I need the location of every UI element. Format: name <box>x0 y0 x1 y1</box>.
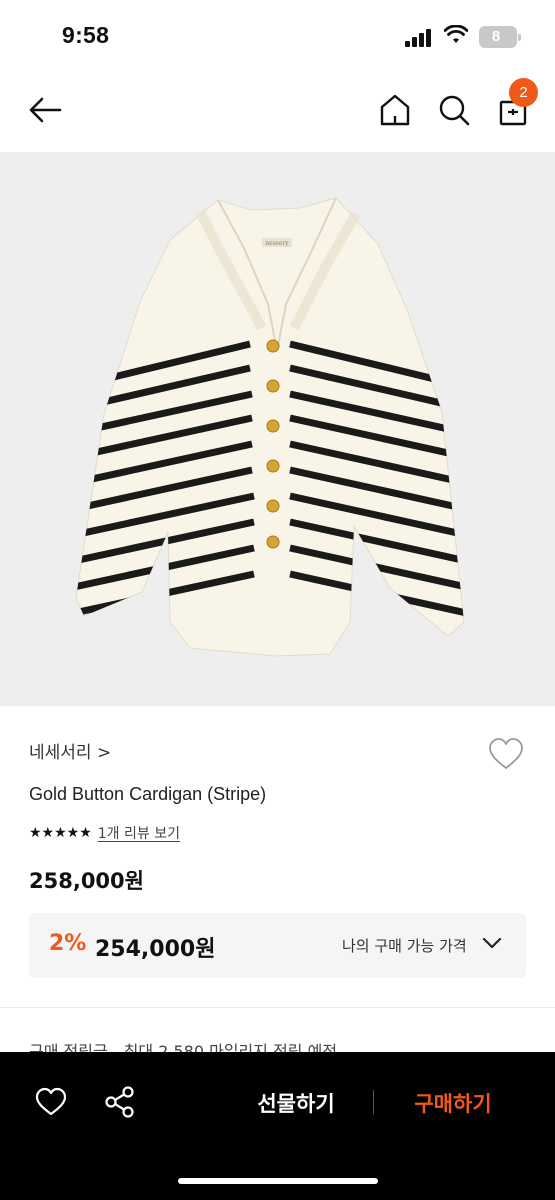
home-indicator <box>178 1178 378 1184</box>
cardigan-illustration: nessery <box>75 197 465 657</box>
button-separator <box>373 1090 374 1114</box>
review-link[interactable]: 1개 리뷰 보기 <box>98 823 180 843</box>
star-rating-icon: ★★★★★ <box>29 825 92 841</box>
wishlist-heart-icon[interactable] <box>34 1086 68 1118</box>
my-price-label: 나의 구매 가능 가격 <box>342 937 467 955</box>
my-price-dropdown[interactable]: 2% 254,000원 나의 구매 가능 가격 <box>29 913 526 978</box>
discount-price: 254,000원 <box>95 937 216 962</box>
discount-rate: 2% <box>49 931 87 956</box>
cart-count-badge: 2 <box>509 78 538 107</box>
battery-icon: 8 <box>479 26 521 48</box>
status-time: 9:58 <box>62 22 110 48</box>
search-icon[interactable] <box>435 90 473 130</box>
battery-level: 8 <box>491 28 501 45</box>
chevron-down-icon <box>482 937 502 949</box>
share-icon[interactable] <box>104 1085 136 1119</box>
rating-row: ★★★★★ 1개 리뷰 보기 <box>29 823 180 843</box>
garment-label: nessery <box>265 240 289 247</box>
status-bar: 9:58 8 <box>0 0 555 70</box>
wifi-icon <box>444 25 468 43</box>
back-arrow-icon[interactable] <box>24 90 66 130</box>
heart-icon[interactable] <box>487 736 525 772</box>
app-header <box>0 70 555 152</box>
product-price: 258,000원 <box>29 869 144 893</box>
brand-link[interactable]: 네세서리 > <box>29 738 111 763</box>
buy-button[interactable]: 구매하기 <box>393 1088 513 1118</box>
home-icon[interactable] <box>376 90 414 130</box>
product-name: Gold Button Cardigan (Stripe) <box>29 784 267 804</box>
gift-button[interactable]: 선물하기 <box>236 1088 356 1118</box>
section-divider <box>0 1007 555 1008</box>
product-image[interactable]: nessery <box>0 152 555 706</box>
cellular-signal-icon <box>405 29 433 47</box>
